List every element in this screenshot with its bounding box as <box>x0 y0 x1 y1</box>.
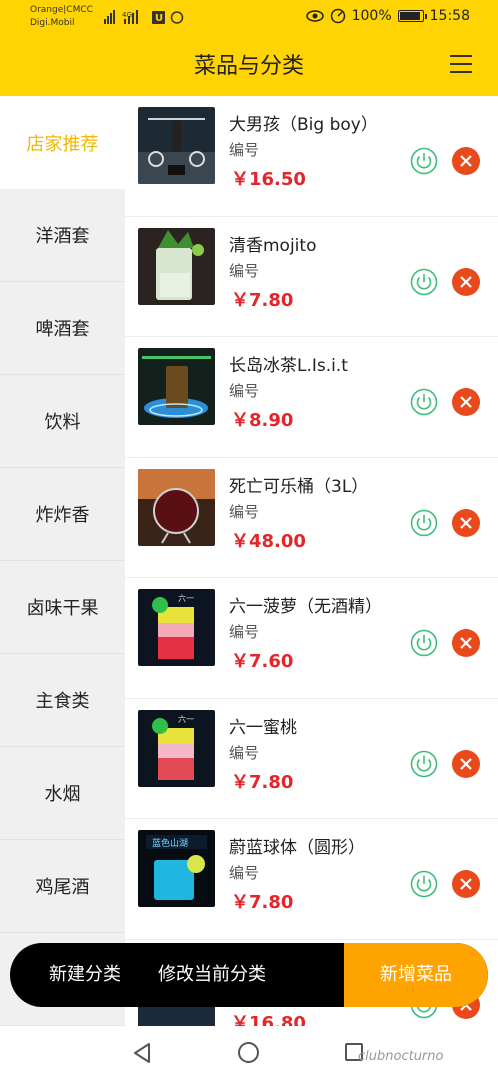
category-item-liquor-set[interactable]: 洋酒套 <box>0 189 125 282</box>
product-photo: 六一 <box>138 709 215 787</box>
eye-icon <box>305 10 324 22</box>
category-label: 店家推荐 <box>26 133 99 155</box>
product-price: ￥7.80 <box>231 289 294 311</box>
delete-icon[interactable] <box>452 749 480 778</box>
product-price: ￥16.80 <box>231 1012 306 1027</box>
product-list: 大男孩（Big boy） 编号 ￥16.50 清香mojito 编号 ￥7.80 <box>125 96 498 1026</box>
watermark: clubnocturno <box>358 1049 444 1064</box>
delete-icon[interactable] <box>452 870 480 898</box>
product-item[interactable]: 大男孩（Big boy） 编号 ￥16.50 <box>125 96 498 217</box>
power-toggle-icon[interactable] <box>410 388 438 416</box>
product-code: 编号 <box>229 261 260 280</box>
category-label: 饮料 <box>44 412 81 433</box>
product-price: ￥16.50 <box>231 169 306 190</box>
category-label: 水烟 <box>44 784 81 805</box>
product-name: 六一蜜桃 <box>229 717 297 738</box>
carrier-info: Orange|CMCC Digi.Mobil <box>30 4 93 30</box>
svg-text:六一: 六一 <box>178 593 194 603</box>
power-toggle-icon[interactable] <box>410 268 438 296</box>
product-photo <box>138 107 215 184</box>
power-toggle-icon[interactable] <box>410 147 438 175</box>
category-label: 主食类 <box>35 691 90 712</box>
status-right: 100% 15:58 <box>305 8 470 24</box>
svg-text:六一: 六一 <box>178 714 194 724</box>
carrier-line-2: Digi.Mobil <box>30 18 75 28</box>
speed-icon <box>330 8 345 24</box>
product-price: ￥7.80 <box>231 771 294 793</box>
battery-percent: 100% <box>351 8 392 24</box>
home-icon[interactable] <box>238 1042 259 1063</box>
product-item[interactable]: 蓝色山湖 蔚蓝球体（圆形） 编号 ￥7.80 <box>125 819 498 940</box>
delete-icon[interactable] <box>452 267 480 296</box>
product-item[interactable]: 长岛冰茶L.Is.i.t 编号 ￥8.90 <box>125 337 498 458</box>
category-item-snacks[interactable]: 卤味干果 <box>0 561 125 654</box>
power-toggle-icon[interactable] <box>410 629 438 657</box>
category-label: 啤酒套 <box>35 319 90 340</box>
category-item-staple[interactable]: 主食类 <box>0 654 125 747</box>
new-category-button[interactable]: 新建分类 <box>49 943 121 1007</box>
category-label: 卤味干果 <box>26 598 99 619</box>
product-name: 大男孩（Big boy） <box>229 115 378 135</box>
page-title: 菜品与分类 <box>193 54 304 79</box>
status-bar: Orange|CMCC Digi.Mobil 4G⁺ U 100% 15:58 <box>0 0 498 36</box>
delete-icon[interactable] <box>452 388 480 416</box>
product-item[interactable]: 死亡可乐桶（3L） 编号 ￥48.00 <box>125 458 498 578</box>
system-nav-bar: clubnocturno <box>0 1026 498 1080</box>
product-name: 长岛冰茶L.Is.i.t <box>229 356 348 376</box>
product-photo <box>138 468 215 546</box>
carrier-line-1: Orange|CMCC <box>30 5 93 15</box>
power-toggle-icon[interactable] <box>410 750 438 778</box>
battery-icon <box>397 10 427 22</box>
hamburger-menu-icon[interactable] <box>450 55 472 73</box>
delete-icon[interactable] <box>452 629 480 657</box>
product-price: ￥48.00 <box>231 530 306 552</box>
category-item-cocktail[interactable]: 鸡尾酒 <box>0 840 125 933</box>
app-root: Orange|CMCC Digi.Mobil 4G⁺ U 100% 15:58 … <box>0 0 498 1080</box>
product-item[interactable]: 六一 六一菠萝（无酒精） 编号 ￥7.60 <box>125 578 498 699</box>
category-label: 鸡尾酒 <box>35 877 90 898</box>
product-item[interactable]: 六一 六一蜜桃 编号 ￥7.80 <box>125 699 498 819</box>
product-name: 死亡可乐桶（3L） <box>229 476 369 497</box>
product-name: 蔚蓝球体（圆形） <box>229 838 365 858</box>
product-code: 编号 <box>229 382 260 400</box>
product-name: 六一菠萝（无酒精） <box>229 597 382 617</box>
category-label: 炸炸香 <box>35 505 90 526</box>
product-price: ￥7.60 <box>231 651 294 672</box>
product-photo <box>138 348 215 425</box>
power-toggle-icon[interactable] <box>410 870 438 898</box>
product-code: 编号 <box>229 743 260 762</box>
category-label: 洋酒套 <box>35 226 90 247</box>
signal-icons: 4G⁺ U <box>104 10 184 24</box>
product-price: ￥8.90 <box>231 410 294 431</box>
category-item-hookah[interactable]: 水烟 <box>0 747 125 840</box>
product-photo <box>138 227 215 305</box>
product-code: 编号 <box>229 864 260 882</box>
product-photo: 六一 <box>138 589 215 666</box>
category-item-recommended[interactable]: 店家推荐 <box>0 96 125 189</box>
category-item-fried[interactable]: 炸炸香 <box>0 468 125 561</box>
category-item-drinks[interactable]: 饮料 <box>0 375 125 468</box>
product-code: 编号 <box>229 502 260 521</box>
category-sidebar: 店家推荐 洋酒套 啤酒套 饮料 炸炸香 卤味干果 主食类 水烟 鸡尾酒 <box>0 96 125 1026</box>
clock: 15:58 <box>429 8 470 24</box>
svg-text:U: U <box>155 13 163 24</box>
product-price: ￥7.80 <box>231 892 294 913</box>
product-code: 编号 <box>229 623 260 641</box>
power-toggle-icon[interactable] <box>410 509 438 537</box>
product-item[interactable]: 清香mojito 编号 ￥7.80 <box>125 217 498 337</box>
product-name: 清香mojito <box>229 235 317 256</box>
product-photo: 蓝色山湖 <box>138 830 215 907</box>
delete-icon[interactable] <box>452 508 480 537</box>
category-item-beer-set[interactable]: 啤酒套 <box>0 282 125 375</box>
delete-icon[interactable] <box>452 147 480 175</box>
thumb-caption: 蓝色山湖 <box>152 837 188 849</box>
back-icon[interactable] <box>132 1042 152 1064</box>
product-code: 编号 <box>229 141 260 159</box>
edit-category-button[interactable]: 修改当前分类 <box>158 943 266 1007</box>
top-bar: Orange|CMCC Digi.Mobil 4G⁺ U 100% 15:58 … <box>0 0 498 96</box>
bottom-action-bar: 新建分类 修改当前分类 新增菜品 <box>10 943 488 1007</box>
add-dish-button[interactable]: 新增菜品 <box>344 943 488 1007</box>
